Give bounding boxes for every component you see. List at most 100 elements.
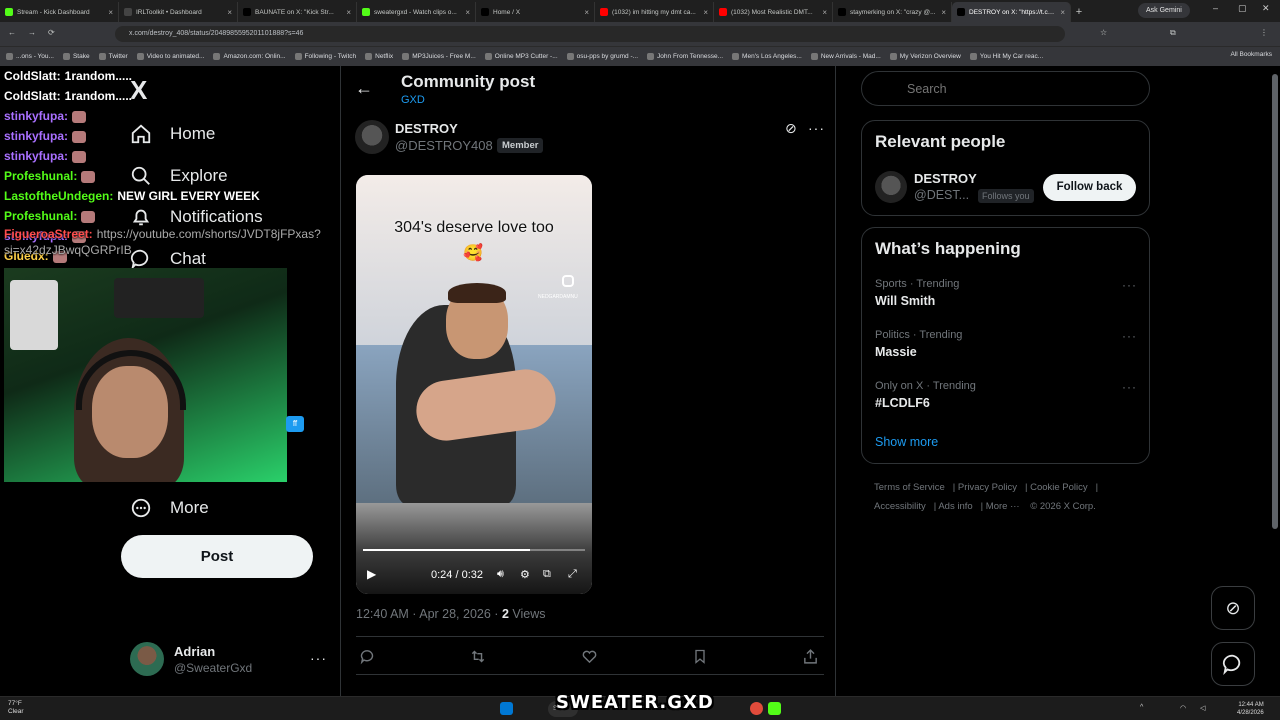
back-nav-icon[interactable]: ← (8, 28, 16, 37)
volume-icon[interactable]: 🔊︎ (497, 568, 504, 581)
relevant-person-avatar[interactable] (875, 171, 907, 203)
extensions-icon[interactable]: ⧉ (1170, 28, 1176, 38)
bookmark-item[interactable]: Netflix (365, 53, 393, 60)
tab-close-icon[interactable]: × (584, 8, 589, 17)
bookmark-item[interactable]: Amazon.com: Onlin... (213, 53, 286, 60)
trend-more-icon[interactable]: ··· (1122, 380, 1137, 394)
nav-home[interactable]: Home (130, 123, 215, 145)
close-window-icon[interactable]: ✕ (1262, 3, 1270, 14)
footer-link[interactable]: More ··· (986, 501, 1020, 512)
fullscreen-icon[interactable]: ⤢ (568, 568, 577, 581)
repost-icon[interactable] (469, 648, 487, 669)
nav-notifications[interactable]: Notifications (130, 206, 263, 228)
maximize-icon[interactable]: ▢ (1238, 3, 1247, 14)
minimize-icon[interactable]: – (1213, 3, 1218, 13)
windows-start-icon[interactable] (500, 702, 513, 715)
footer-link[interactable]: Privacy Policy (958, 482, 1017, 493)
system-clock[interactable]: 12:44 AM 4/28/2026 (1237, 701, 1264, 717)
bookmark-item[interactable]: Men's Los Angeles... (732, 53, 802, 60)
share-icon[interactable] (802, 648, 819, 669)
bookmark-item[interactable]: osu-pps by grumd -... (566, 53, 638, 60)
scrollbar[interactable] (1272, 74, 1278, 529)
star-icon[interactable]: ☆ (1100, 28, 1107, 37)
author-name[interactable]: DESTROY (395, 121, 458, 136)
show-more-link[interactable]: Show more (875, 435, 938, 449)
nav-more[interactable]: More (130, 497, 209, 519)
trend-item[interactable]: Will Smith (875, 294, 935, 308)
grok-float-button[interactable]: ⊘ (1211, 586, 1255, 630)
footer-link[interactable]: Ads info (938, 501, 972, 512)
browser-tab[interactable]: sweatergxd - Watch clips o... × (357, 2, 476, 22)
trend-item[interactable]: #LCDLF6 (875, 396, 930, 410)
speaker-icon[interactable]: ◁ (1200, 704, 1205, 712)
bookmark-item[interactable]: John From Tennesse... (647, 53, 723, 60)
ask-gemini-button[interactable]: Ask Gemini (1138, 3, 1190, 18)
account-switcher[interactable]: Adrian @SweaterGxd ··· (130, 642, 330, 678)
bookmark-icon[interactable] (692, 648, 708, 669)
tab-close-icon[interactable]: × (941, 8, 946, 17)
bookmark-item[interactable]: Following - Twitch (294, 53, 356, 60)
bookmark-item[interactable]: You Hit My Car reac... (969, 53, 1043, 60)
bookmark-item[interactable]: ...ons - You... (6, 53, 54, 60)
kick-icon[interactable] (768, 702, 781, 715)
back-arrow-icon[interactable]: ← (355, 78, 373, 99)
tab-close-icon[interactable]: × (346, 8, 351, 17)
pip-icon[interactable]: ⧉ (543, 568, 551, 581)
community-link[interactable]: GXD (401, 94, 425, 106)
tray-chevron-icon[interactable]: ^ (1140, 704, 1143, 711)
bookmark-item[interactable]: Online MP3 Cutter -... (484, 53, 558, 60)
trend-more-icon[interactable]: ··· (1122, 278, 1137, 292)
footer-link[interactable]: Accessibility (874, 501, 926, 512)
browser-tab[interactable]: staymerking on X: "crazy @... × (833, 2, 952, 22)
tab-close-icon[interactable]: × (108, 8, 113, 17)
browser-tab[interactable]: (1032) Most Realistic DMT... × (714, 2, 833, 22)
browser-tab[interactable]: DESTROY on X: "https://t.co... × (952, 2, 1071, 22)
trend-item[interactable]: Massie (875, 345, 917, 359)
bookmark-item[interactable]: My Verizon Overview (889, 53, 961, 60)
x-logo[interactable]: X (130, 77, 154, 103)
browser-tab[interactable]: Home / X × (476, 2, 595, 22)
new-tab-button[interactable]: + (1071, 2, 1087, 22)
forward-nav-icon[interactable]: → (28, 28, 36, 37)
reload-icon[interactable]: ⟳ (48, 28, 55, 37)
weather-widget[interactable]: 77°F Clear (8, 700, 24, 716)
menu-icon[interactable]: ⋮ (1260, 28, 1268, 37)
browser-tab[interactable]: IRLToolkit • Dashboard × (119, 2, 238, 22)
trend-more-icon[interactable]: ··· (1122, 329, 1137, 343)
bookmark-item[interactable]: MP3Juices - Free M... (402, 53, 476, 60)
bookmark-item[interactable]: Video to animated... (136, 53, 204, 60)
chrome-icon[interactable] (750, 702, 763, 715)
follow-back-button[interactable]: Follow back (1043, 174, 1136, 201)
video-progress-bar[interactable] (363, 549, 585, 551)
settings-gear-icon[interactable]: ⚙ (520, 568, 530, 581)
play-icon[interactable]: ▶ (367, 567, 376, 581)
bookmark-item[interactable]: New Arrivals - Mad... (810, 53, 881, 60)
search-input[interactable] (861, 71, 1150, 106)
relevant-person-name[interactable]: DESTROY (914, 171, 977, 186)
footer-link[interactable]: Cookie Policy (1030, 482, 1088, 493)
all-bookmarks[interactable]: All Bookmarks (1230, 51, 1272, 58)
url-bar[interactable]: x.com/destroy_408/status/204898559520110… (115, 26, 1065, 42)
relevant-person-handle[interactable]: @DEST... (914, 188, 969, 202)
bookmark-item[interactable]: Stake (62, 53, 90, 60)
wifi-icon[interactable]: ◠ (1180, 704, 1186, 712)
like-icon[interactable] (581, 648, 598, 669)
browser-tab[interactable]: (1032) im hitting my dmt ca... × (595, 2, 714, 22)
author-handle[interactable]: @DESTROY408 (395, 138, 493, 153)
messages-float-button[interactable] (1211, 642, 1255, 686)
tab-close-icon[interactable]: × (1060, 8, 1065, 17)
tab-close-icon[interactable]: × (822, 8, 827, 17)
tab-close-icon[interactable]: × (703, 8, 708, 17)
post-more-icon[interactable]: ··· (808, 120, 825, 136)
video-player[interactable]: 304's deserve love too 🥰 NEDGARDAMNU ▶ 0… (356, 175, 592, 594)
tab-close-icon[interactable]: × (465, 8, 470, 17)
footer-link[interactable]: Terms of Service (874, 482, 945, 493)
browser-tab[interactable]: BAUNATE on X: "Kick Str... × (238, 2, 357, 22)
grok-icon[interactable]: ⊘ (785, 120, 797, 137)
browser-tab[interactable]: Stream - Kick Dashboard × (0, 2, 119, 22)
reply-icon[interactable] (359, 648, 376, 669)
post-button[interactable]: Post (121, 535, 313, 578)
bookmark-item[interactable]: Twitter (98, 53, 128, 60)
tab-close-icon[interactable]: × (227, 8, 232, 17)
nav-explore[interactable]: Explore (130, 165, 228, 187)
